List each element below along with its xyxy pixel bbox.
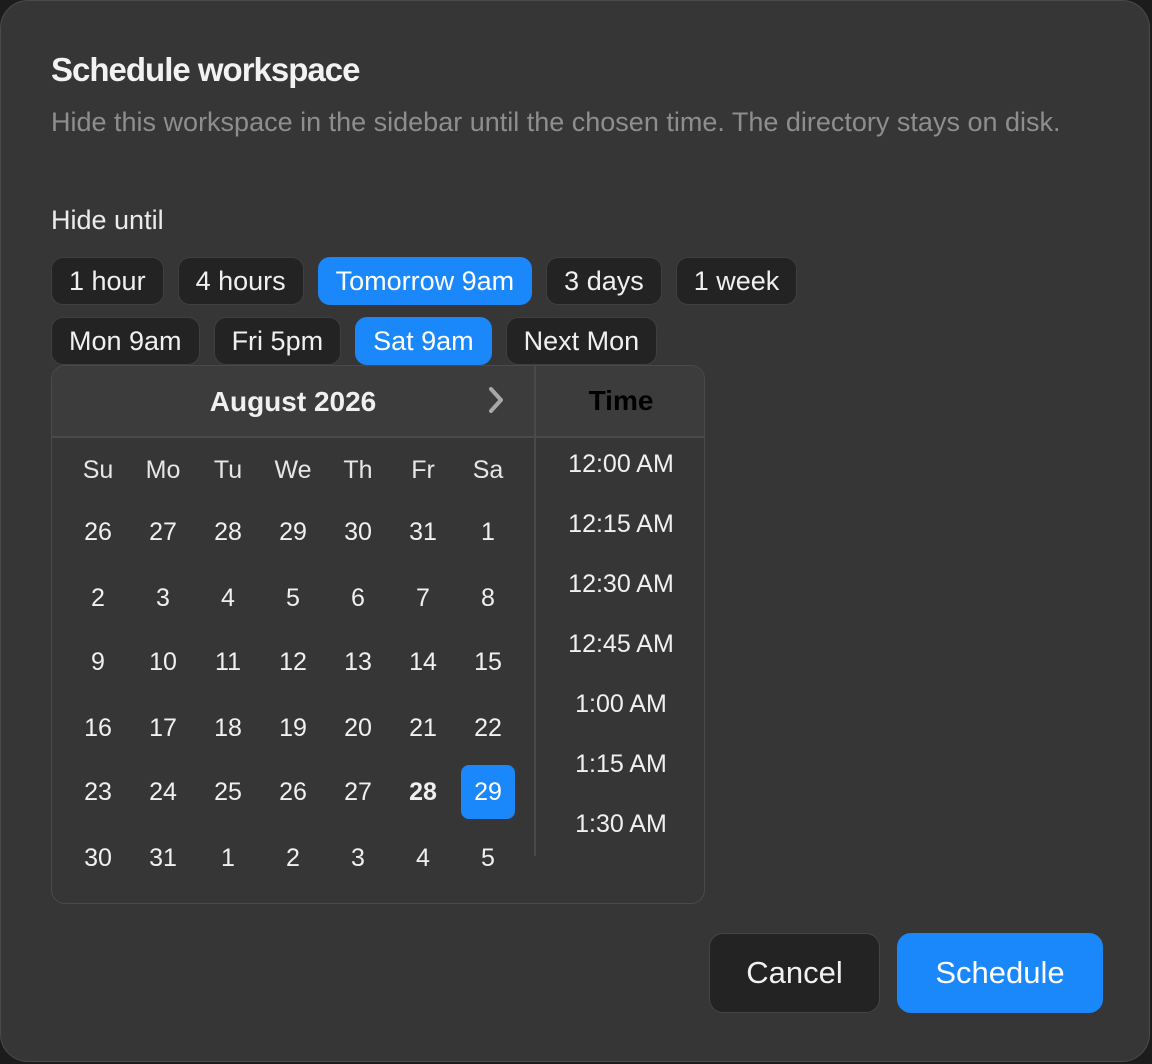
calendar-day[interactable]: 19 bbox=[266, 701, 320, 755]
calendar-day[interactable]: 5 bbox=[266, 571, 320, 625]
calendar-day[interactable]: 17 bbox=[136, 701, 190, 755]
preset-chip[interactable]: 4 hours bbox=[177, 257, 304, 305]
time-slot[interactable]: 12:15 AM bbox=[536, 498, 704, 558]
time-list[interactable]: 12:00 AM 12:15 AM 12:30 AM 12:45 AM 1:00 AM 1… bbox=[534, 438, 704, 858]
time-slot[interactable]: 12:45 AM bbox=[536, 618, 704, 678]
calendar-day[interactable]: 26 bbox=[71, 505, 125, 559]
preset-chip[interactable]: 3 days bbox=[546, 257, 662, 305]
weekday-header: Sa bbox=[472, 456, 504, 484]
weekday-header: Su bbox=[82, 456, 114, 484]
cancel-button[interactable]: Cancel bbox=[709, 933, 880, 1013]
calendar-day[interactable]: 8 bbox=[461, 571, 515, 625]
calendar-day[interactable]: 25 bbox=[201, 765, 255, 819]
calendar-day[interactable]: 30 bbox=[71, 831, 125, 885]
calendar-day[interactable]: 4 bbox=[396, 831, 450, 885]
preset-chip[interactable]: 1 hour bbox=[51, 257, 164, 305]
weekday-header: Mo bbox=[145, 456, 181, 484]
calendar-day[interactable]: 2 bbox=[266, 831, 320, 885]
calendar-day[interactable]: 22 bbox=[461, 701, 515, 755]
dialog-title: Schedule workspace bbox=[51, 51, 360, 88]
time-slot[interactable]: 1:30 AM bbox=[536, 798, 704, 858]
calendar-day[interactable]: 15 bbox=[461, 635, 515, 689]
calendar-day[interactable]: 24 bbox=[136, 765, 190, 819]
calendar-day[interactable]: 13 bbox=[331, 635, 385, 689]
weekday-header: Th bbox=[343, 456, 373, 484]
preset-chip[interactable]: Sat 9am bbox=[355, 317, 492, 365]
calendar-day[interactable]: 30 bbox=[331, 505, 385, 559]
preset-row-2: Mon 9am Fri 5pm Sat 9am Next Mon bbox=[51, 317, 658, 365]
calendar-day[interactable]: 6 bbox=[331, 571, 385, 625]
weekday-header: Tu bbox=[213, 456, 243, 484]
calendar-day[interactable]: 1 bbox=[201, 831, 255, 885]
preset-chip[interactable]: Next Mon bbox=[505, 317, 658, 365]
preset-chip[interactable]: 1 week bbox=[675, 257, 798, 305]
calendar-day[interactable]: 26 bbox=[266, 765, 320, 819]
time-slot[interactable]: 12:00 AM bbox=[536, 438, 704, 498]
preset-row-1: 1 hour 4 hours Tomorrow 9am 3 days 1 week bbox=[51, 257, 798, 305]
dialog-description: Hide this workspace in the sidebar until… bbox=[51, 107, 1061, 137]
calendar-header: August 2026 bbox=[52, 366, 534, 438]
calendar-day[interactable]: 7 bbox=[396, 571, 450, 625]
calendar-day[interactable]: 31 bbox=[136, 831, 190, 885]
time-slot[interactable]: 12:30 AM bbox=[536, 558, 704, 618]
calendar-day[interactable]: 23 bbox=[71, 765, 125, 819]
date-time-picker: August 2026 Time 12:00 AM 12:15 AM 12:30 A… bbox=[51, 365, 705, 904]
preset-chip[interactable]: Tomorrow 9am bbox=[317, 257, 533, 305]
calendar-day[interactable]: 3 bbox=[331, 831, 385, 885]
calendar-day[interactable]: 16 bbox=[71, 701, 125, 755]
calendar-day[interactable]: 2 bbox=[71, 571, 125, 625]
calendar-day[interactable]: 4 bbox=[201, 571, 255, 625]
calendar-day[interactable]: 29 bbox=[266, 505, 320, 559]
calendar-day[interactable]: 27 bbox=[136, 505, 190, 559]
calendar-day[interactable]: 11 bbox=[201, 635, 255, 689]
calendar-day[interactable]: 14 bbox=[396, 635, 450, 689]
hide-until-label: Hide until bbox=[51, 205, 164, 235]
calendar-day[interactable]: 10 bbox=[136, 635, 190, 689]
preset-chip[interactable]: Fri 5pm bbox=[213, 317, 342, 365]
calendar-day[interactable]: 31 bbox=[396, 505, 450, 559]
calendar-day[interactable]: 29 bbox=[461, 765, 515, 819]
calendar-day[interactable]: 27 bbox=[331, 765, 385, 819]
calendar-day[interactable]: 18 bbox=[201, 701, 255, 755]
calendar-day[interactable]: 21 bbox=[396, 701, 450, 755]
time-slot[interactable]: 1:15 AM bbox=[536, 738, 704, 798]
preset-chip[interactable]: Mon 9am bbox=[51, 317, 200, 365]
calendar-day[interactable]: 28 bbox=[201, 505, 255, 559]
weekday-header: Fr bbox=[411, 456, 435, 484]
calendar-day[interactable]: 1 bbox=[461, 505, 515, 559]
time-column-header: Time bbox=[534, 366, 704, 438]
time-slot[interactable]: 1:00 AM bbox=[536, 678, 704, 738]
calendar-day[interactable]: 20 bbox=[331, 701, 385, 755]
calendar-day[interactable]: 12 bbox=[266, 635, 320, 689]
calendar-day[interactable]: 5 bbox=[461, 831, 515, 885]
calendar-day[interactable]: 9 bbox=[71, 635, 125, 689]
schedule-workspace-dialog: Schedule workspace Hide this workspace i… bbox=[0, 0, 1150, 1062]
weekday-header: We bbox=[274, 456, 312, 484]
calendar-day[interactable]: 28 bbox=[396, 765, 450, 819]
month-label: August 2026 bbox=[209, 386, 377, 417]
schedule-button[interactable]: Schedule bbox=[897, 933, 1103, 1013]
calendar-day[interactable]: 3 bbox=[136, 571, 190, 625]
chevron-right-icon bbox=[489, 387, 503, 413]
next-month-button[interactable] bbox=[480, 382, 512, 418]
